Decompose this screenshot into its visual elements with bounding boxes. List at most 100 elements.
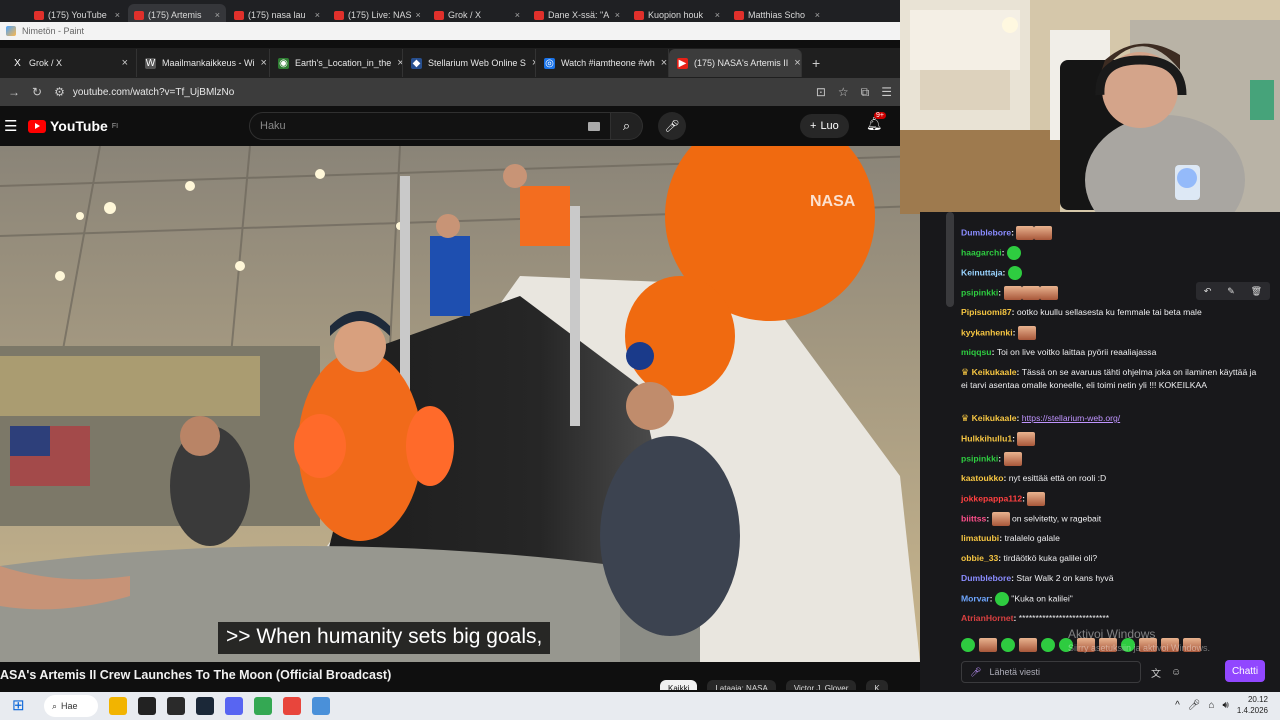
chat-username[interactable]: Morvar	[961, 593, 990, 603]
windows-activation-subtext: Siirry asetuksiin ja aktivoi Windows.	[1068, 643, 1211, 653]
extensions-icon[interactable]: ⧉	[861, 85, 870, 100]
chat-username[interactable]: kaatoukko	[961, 473, 1004, 483]
keyboard-icon[interactable]	[588, 121, 600, 131]
pin-icon[interactable]: ✎	[1227, 286, 1235, 297]
chat-username[interactable]: Keikukaale	[972, 367, 1017, 377]
close-tab-icon[interactable]: ×	[315, 10, 320, 20]
windows-start-icon[interactable]: ⊞	[12, 698, 30, 714]
taskbar-app-icon[interactable]	[109, 697, 127, 715]
close-tab-icon[interactable]: ×	[815, 10, 820, 20]
chat-username[interactable]: psipinkki	[961, 287, 998, 297]
youtube-logo[interactable]: YouTube FI	[28, 118, 118, 134]
site-info-icon[interactable]: ⚙	[54, 85, 65, 99]
chat-username[interactable]: Dumblebore	[961, 227, 1011, 237]
chat-username[interactable]: miqqsu	[961, 347, 992, 357]
chat-username[interactable]: Dumblebore	[961, 573, 1011, 583]
emote-icon[interactable]	[1019, 638, 1037, 652]
create-label: Luo	[820, 120, 839, 132]
chat-username[interactable]: jokkepappa112	[961, 493, 1022, 503]
chat-username[interactable]: AtrianHornet	[961, 613, 1014, 623]
browser-tab[interactable]: X Grok / X ×	[4, 49, 137, 77]
chat-username[interactable]: kyykanhenki	[961, 327, 1013, 337]
webcam-image	[900, 0, 1280, 214]
microphone-icon[interactable]: 🎤︎	[970, 667, 981, 678]
search-input[interactable]: Haku	[249, 112, 611, 140]
search-button[interactable]: ⌕	[611, 112, 643, 140]
chat-username[interactable]: Pipisuomi87	[961, 307, 1012, 317]
translate-icon[interactable]: 文	[1151, 665, 1161, 680]
close-tab-icon[interactable]: ×	[515, 10, 520, 20]
chat-username[interactable]: Hulkkihullu1	[961, 433, 1012, 443]
taskbar-app-icon[interactable]	[138, 697, 156, 715]
chat-link[interactable]: https://stellarium-web.org/	[1022, 413, 1120, 423]
emote-icon[interactable]	[961, 638, 975, 652]
taskbar-app-icon[interactable]	[283, 697, 301, 715]
taskbar-app-icon[interactable]	[225, 697, 243, 715]
youtube-logo-text: YouTube	[50, 118, 108, 134]
close-tab-icon[interactable]: ×	[661, 57, 667, 69]
chat-send-button[interactable]: Chatti	[1225, 660, 1265, 682]
emote-icon[interactable]	[1041, 638, 1055, 652]
close-tab-icon[interactable]: ×	[615, 10, 620, 20]
voice-search-button[interactable]: 🎤︎	[658, 112, 686, 140]
close-tab-icon[interactable]: ×	[416, 10, 421, 20]
chat-username[interactable]: haagarchi	[961, 247, 1002, 257]
browser-tab[interactable]: W Maailmankaikkeus - Wi ×	[137, 49, 270, 77]
network-icon[interactable]: ⌂	[1209, 700, 1215, 711]
chat-username[interactable]: limatuubi	[961, 533, 999, 543]
hamburger-menu-icon[interactable]: ☰	[4, 117, 24, 135]
emote-icon	[1021, 286, 1040, 300]
browser-tab-strip: X Grok / X × W Maailmankaikkeus - Wi × ◉ Earth'…	[0, 48, 900, 78]
close-tab-icon[interactable]: ×	[215, 10, 220, 20]
emote-icon[interactable]	[1001, 638, 1015, 652]
browser-tab[interactable]: ▶ (175) NASA's Artemis II ×	[669, 49, 802, 77]
filter-chip[interactable]: K	[866, 680, 888, 690]
filter-chip[interactable]: Lataaja: NASA	[707, 680, 776, 690]
close-tab-icon[interactable]: ×	[794, 57, 800, 69]
notifications-button[interactable]: 🔔︎ 9+	[866, 112, 886, 132]
reply-icon[interactable]: ↶	[1204, 286, 1212, 297]
reload-icon[interactable]: ↻	[32, 85, 42, 99]
taskbar-app-icon[interactable]	[254, 697, 272, 715]
chat-scrollbar[interactable]	[946, 212, 954, 307]
taskbar-app-icon[interactable]	[196, 697, 214, 715]
create-button[interactable]: + Luo	[800, 114, 849, 138]
filter-chip[interactable]: Victor J. Glover	[785, 680, 857, 690]
browser-tab[interactable]: ◆Stellarium Web Online S×	[403, 49, 536, 77]
new-tab-icon[interactable]: +	[812, 55, 820, 71]
volume-icon[interactable]: 🔊︎	[1223, 700, 1229, 711]
microphone-icon[interactable]: 🎤︎	[1188, 700, 1201, 711]
chat-text: Star Walk 2 on kans hyvä	[1016, 573, 1114, 583]
emote-icon[interactable]	[979, 638, 997, 652]
delete-icon[interactable]: 🗑︎	[1251, 286, 1262, 297]
bookmark-star-icon[interactable]: ☆	[838, 85, 849, 99]
chat-username[interactable]: obbie_33	[961, 553, 998, 563]
emote-icon	[1017, 432, 1036, 446]
close-tab-icon[interactable]: ×	[715, 10, 720, 20]
install-app-icon[interactable]: ⊡	[816, 85, 826, 99]
browser-tab[interactable]: ◎ Watch #iamtheone #wh ×	[536, 49, 669, 77]
filter-chip[interactable]: Kaikki	[660, 680, 698, 690]
clock[interactable]: 20.12 1.4.2026	[1237, 694, 1268, 716]
forward-icon[interactable]: →	[8, 85, 20, 99]
emote-icon	[994, 592, 1009, 606]
close-tab-icon[interactable]: ×	[115, 10, 120, 20]
chat-username[interactable]: Keikukaale	[972, 413, 1017, 423]
chat-input[interactable]: 🎤︎ Lähetä viesti	[961, 661, 1141, 683]
chat-username[interactable]: biittss	[961, 513, 986, 523]
tab-label: Stellarium Web Online S	[428, 58, 526, 68]
chat-username[interactable]: Keinuttaja	[961, 267, 1003, 277]
chevron-up-icon[interactable]: ^	[1175, 700, 1180, 711]
close-tab-icon[interactable]: ×	[261, 57, 267, 69]
menu-icon[interactable]: ☰	[881, 85, 892, 99]
video-player[interactable]: NASA	[0, 146, 920, 662]
close-tab-icon[interactable]: ×	[122, 57, 128, 69]
emote-picker-icon[interactable]: ☺	[1171, 667, 1181, 678]
taskbar-search[interactable]: ⌕ Hae	[44, 695, 98, 717]
chat-username[interactable]: psipinkki	[961, 453, 998, 463]
taskbar-app-icon[interactable]	[167, 697, 185, 715]
taskbar-app-icon[interactable]	[312, 697, 330, 715]
browser-tab[interactable]: ◉Earth's_Location_in_the×	[270, 49, 403, 77]
tab-favicon-icon: ◎	[544, 57, 555, 69]
url-field[interactable]: ⚙ youtube.com/watch?v=Tf_UjBMlzNo	[54, 85, 804, 99]
